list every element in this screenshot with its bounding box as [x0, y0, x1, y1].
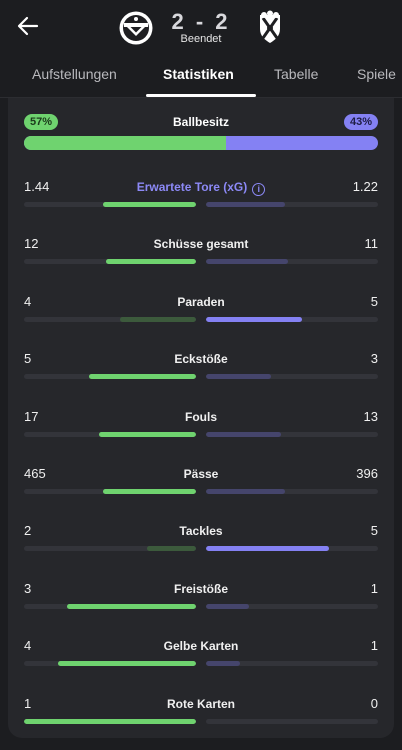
- stat-away-value: 5: [370, 523, 378, 538]
- stat-label-text: Eckstöße: [174, 352, 228, 366]
- stat-bar-away-fill: [206, 546, 329, 551]
- stat-bar-home-track: [24, 489, 196, 494]
- possession-row: 57% Ballbesitz 43%: [24, 112, 378, 152]
- stat-label-link[interactable]: Erwartete Tore (xG) i: [24, 180, 378, 196]
- tab-table[interactable]: Tabelle: [274, 66, 318, 82]
- stat-bar-away-fill: [206, 374, 271, 379]
- stat-label-text: Gelbe Karten: [163, 639, 239, 653]
- stat-bar-home-fill: [119, 317, 196, 322]
- stat-bar-away-fill: [206, 202, 285, 207]
- stat-row: 17 Fouls 13: [24, 409, 378, 449]
- stat-bar-home-fill: [88, 374, 196, 379]
- away-team-crest[interactable]: [252, 10, 288, 46]
- info-icon[interactable]: i: [252, 183, 266, 196]
- stat-bar-away-fill: [206, 259, 289, 264]
- stat-bar-away-fill: [206, 489, 286, 494]
- stat-bar-away-fill: [206, 317, 302, 322]
- stat-bar-home-track: [24, 719, 196, 724]
- stat-away-value: 1: [370, 638, 378, 653]
- stat-bar-away-fill: [206, 604, 249, 609]
- stat-label: Eckstöße: [24, 352, 378, 366]
- stat-bar-home-track: [24, 661, 196, 666]
- stat-away-value: 13: [363, 409, 378, 424]
- stat-label: Pässe: [24, 467, 378, 481]
- stat-label-text: Rote Karten: [166, 697, 235, 711]
- tab-statistics[interactable]: Statistiken: [163, 66, 234, 82]
- stat-away-value: 1: [370, 581, 378, 596]
- stat-label-text: Erwartete Tore (xG): [136, 180, 248, 194]
- tab-matches[interactable]: Spiele: [357, 66, 396, 82]
- stat-bar-away-track: [206, 202, 378, 207]
- stat-bar-away-track: [206, 604, 378, 609]
- stat-bar-away-track: [206, 374, 378, 379]
- stat-label: Paraden: [24, 295, 378, 309]
- stat-bar-home-track: [24, 374, 196, 379]
- tab-lineups[interactable]: Aufstellungen: [32, 66, 117, 82]
- stat-bar-home-fill: [67, 604, 196, 609]
- stat-label: Tackles: [24, 524, 378, 538]
- stat-row: 2 Tackles 5: [24, 523, 378, 563]
- stat-label-text: Fouls: [185, 410, 217, 424]
- stat-label: Freistöße: [24, 582, 378, 596]
- stat-bar-home-fill: [24, 719, 196, 724]
- stat-row: 5 Eckstöße 3: [24, 351, 378, 391]
- stat-bar-home-track: [24, 604, 196, 609]
- stat-row: 4 Paraden 5: [24, 294, 378, 334]
- stat-label: Rote Karten: [24, 697, 378, 711]
- stat-away-value: 5: [370, 294, 378, 309]
- stat-row: 465 Pässe 396: [24, 466, 378, 506]
- stat-bar-away-track: [206, 317, 378, 322]
- stat-bar-home-track: [24, 546, 196, 551]
- stat-bar-away-track: [206, 432, 378, 437]
- statistics-card: 57% Ballbesitz 43% 1.44 Erwartete Tore (x…: [8, 98, 394, 738]
- stat-away-value: 396: [356, 466, 378, 481]
- stat-bar-away-track: [206, 259, 378, 264]
- possession-label: Ballbesitz: [172, 115, 229, 129]
- stat-bar-home-fill: [58, 661, 196, 666]
- stat-label-text: Schüsse gesamt: [153, 237, 249, 251]
- tab-bar: Aufstellungen Statistiken Tabelle Spiele: [0, 56, 402, 98]
- stat-bar-home-fill: [103, 489, 196, 494]
- stat-bar-home-fill: [102, 202, 196, 207]
- stat-bar-away-fill: [206, 661, 241, 666]
- stat-label: Fouls: [24, 410, 378, 424]
- stat-label-text: Tackles: [179, 524, 223, 538]
- stat-bar-away-fill: [206, 432, 281, 437]
- stat-label: Gelbe Karten: [24, 639, 378, 653]
- match-score: 2 - 2: [171, 9, 231, 34]
- stat-label-text: Pässe: [183, 467, 219, 481]
- possession-bar-home: [24, 136, 226, 150]
- stat-bar-home-fill: [146, 546, 196, 551]
- stat-bar-away-track: [206, 719, 378, 724]
- stat-bar-away-track: [206, 489, 378, 494]
- stat-away-value: 3: [370, 351, 378, 366]
- stat-bar-home-fill: [98, 432, 196, 437]
- stat-label-text: Paraden: [177, 295, 225, 309]
- stat-away-value: 11: [364, 236, 379, 251]
- stat-bar-home-track: [24, 432, 196, 437]
- stat-label: Schüsse gesamt: [24, 237, 378, 251]
- match-header: 2 - 2 Beendet: [0, 0, 402, 56]
- away-possession-badge: 43%: [343, 114, 378, 130]
- stat-bar-home-track: [24, 202, 196, 207]
- stat-bar-home-fill: [106, 259, 196, 264]
- stat-away-value: 1.22: [352, 179, 378, 194]
- stat-bar-away-track: [206, 546, 378, 551]
- stat-bar-home-track: [24, 259, 196, 264]
- stat-row: 12 Schüsse gesamt 11: [24, 236, 378, 276]
- possession-bar: [24, 136, 378, 150]
- stat-row: 1 Rote Karten 0: [24, 696, 378, 736]
- stat-label-text: Freistöße: [173, 582, 228, 596]
- away-crest-icon: [260, 10, 280, 43]
- stat-row: 4 Gelbe Karten 1: [24, 638, 378, 678]
- stat-row: 1.44 Erwartete Tore (xG) i 1.22: [24, 179, 378, 219]
- match-status: Beendet: [180, 33, 222, 45]
- stat-bar-home-track: [24, 317, 196, 322]
- stat-bar-away-track: [206, 661, 378, 666]
- stat-away-value: 0: [370, 696, 378, 711]
- stat-row: 3 Freistöße 1: [24, 581, 378, 621]
